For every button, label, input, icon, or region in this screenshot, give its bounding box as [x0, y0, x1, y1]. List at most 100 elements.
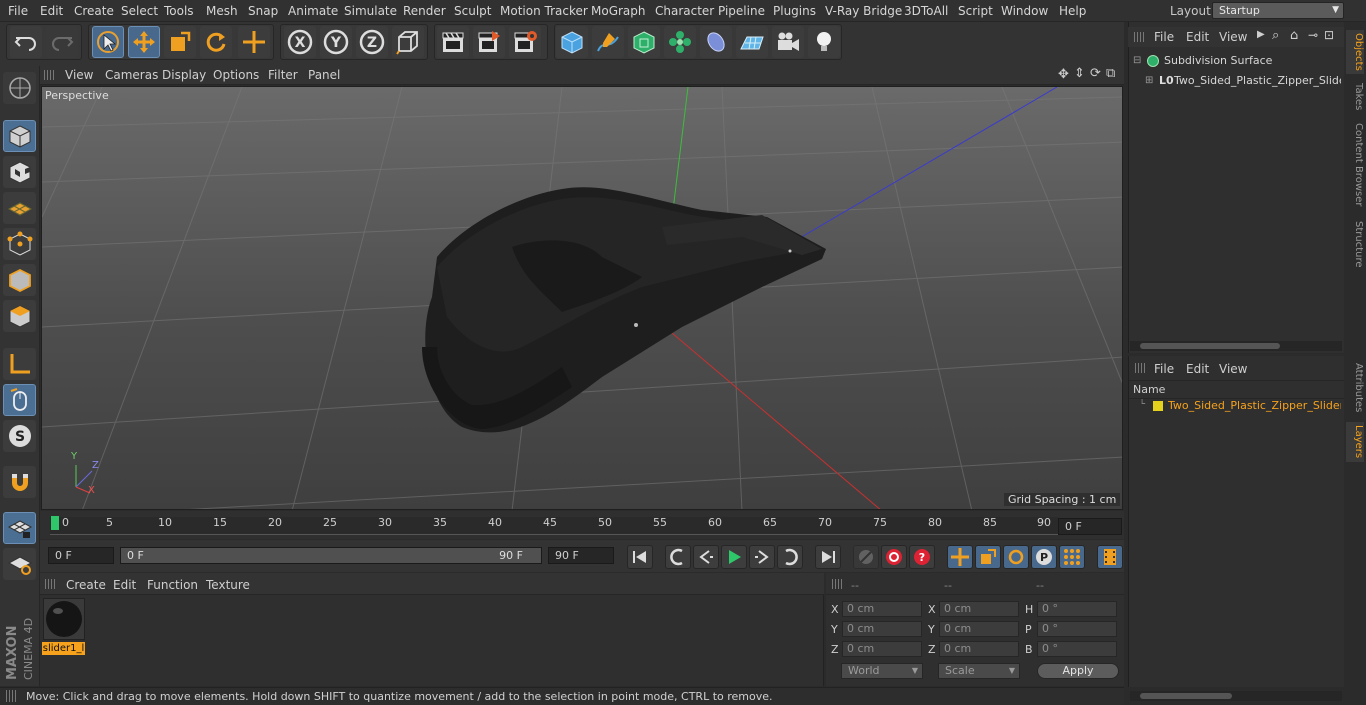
points-mode-button[interactable] [3, 228, 36, 260]
next-key-button[interactable] [777, 545, 803, 569]
layers-menu-file[interactable]: File [1154, 362, 1174, 376]
render-to-picture-viewer-button[interactable] [473, 26, 505, 58]
polygons-mode-button[interactable] [3, 300, 36, 332]
menu-plugins[interactable]: Plugins [773, 4, 816, 18]
menu-tools[interactable]: Tools [164, 4, 194, 18]
play-button[interactable] [721, 545, 747, 569]
menu-motion-tracker[interactable]: Motion Tracker [500, 4, 588, 18]
deformer-button[interactable] [700, 26, 732, 58]
tab-objects[interactable]: Objects [1346, 30, 1364, 74]
perspective-viewport[interactable]: Y Z X [41, 86, 1123, 510]
tab-takes[interactable]: Takes [1346, 80, 1364, 114]
tab-content-browser[interactable]: Content Browser [1346, 120, 1364, 210]
snap-button[interactable]: S [3, 420, 36, 452]
expand-arrow-icon[interactable]: ▶ [1257, 29, 1265, 40]
layer-row[interactable]: └ Two_Sided_Plastic_Zipper_Slider_l [1131, 399, 1341, 413]
menu-select[interactable]: Select [121, 4, 158, 18]
viewport-pan-icon[interactable]: ✥ [1058, 67, 1069, 82]
locked-workplane-button[interactable] [3, 548, 36, 580]
enable-snap-button[interactable] [3, 466, 36, 498]
undo-button[interactable] [10, 26, 42, 58]
go-to-end-button[interactable] [815, 545, 841, 569]
workplane-mode-button[interactable] [3, 192, 36, 224]
menu-snap[interactable]: Snap [248, 4, 278, 18]
previous-frame-button[interactable] [693, 545, 719, 569]
viewport-menu-options[interactable]: Options [213, 68, 259, 82]
live-selection-button[interactable] [92, 26, 124, 58]
workplane-lock-button[interactable] [3, 512, 36, 544]
material-thumbnail[interactable] [43, 598, 85, 640]
tweak-mode-button[interactable] [3, 384, 36, 416]
coordinate-space-dropdown[interactable]: World ▼ [841, 663, 923, 679]
viewport-menu-display[interactable]: Display [162, 68, 206, 82]
material-menu-texture[interactable]: Texture [206, 578, 250, 592]
autokeying-button[interactable]: ? [909, 545, 935, 569]
rot-h-field[interactable]: 0 ° [1037, 601, 1117, 617]
tree-collapse-icon[interactable]: ⊟ [1133, 55, 1141, 66]
home-icon[interactable]: ⌂ [1290, 28, 1298, 43]
tab-attributes[interactable]: Attributes [1346, 360, 1364, 416]
menu-pipeline[interactable]: Pipeline [718, 4, 765, 18]
subdivision-surface-button[interactable] [628, 26, 660, 58]
render-settings-button[interactable] [509, 26, 541, 58]
floor-object-button[interactable] [736, 26, 768, 58]
material-name-label[interactable]: slider1_l [42, 642, 85, 655]
key-position-button[interactable] [947, 545, 973, 569]
tab-layers[interactable]: Layers [1346, 422, 1364, 462]
rot-b-field[interactable]: 0 ° [1037, 641, 1117, 657]
next-frame-button[interactable] [749, 545, 775, 569]
menu-help[interactable]: Help [1059, 4, 1086, 18]
menu-create[interactable]: Create [74, 4, 114, 18]
layers-horizontal-scrollbar[interactable] [1130, 691, 1342, 701]
objects-menu-file[interactable]: File [1154, 30, 1174, 44]
rotate-tool-button[interactable] [200, 26, 232, 58]
record-active-objects-button[interactable] [881, 545, 907, 569]
current-frame-field[interactable]: 0 F [1058, 518, 1122, 535]
material-menu-function[interactable]: Function [147, 578, 198, 592]
objects-menu-view[interactable]: View [1219, 30, 1247, 44]
size-x-field[interactable]: 0 cm [939, 601, 1019, 617]
z-axis-lock-button[interactable]: Z [356, 26, 388, 58]
apply-button[interactable]: Apply [1037, 663, 1119, 679]
y-axis-lock-button[interactable]: Y [320, 26, 352, 58]
key-parameter-button[interactable]: P [1031, 545, 1057, 569]
cloner-button[interactable] [664, 26, 696, 58]
layers-name-column[interactable]: Name [1133, 383, 1165, 396]
menu-mograph[interactable]: MoGraph [591, 4, 646, 18]
key-pla-button[interactable] [1059, 545, 1085, 569]
objects-horizontal-scrollbar[interactable] [1130, 341, 1342, 351]
scale-tool-button[interactable] [164, 26, 196, 58]
camera-object-button[interactable] [772, 26, 804, 58]
menu-script[interactable]: Script [958, 4, 993, 18]
size-y-field[interactable]: 0 cm [939, 621, 1019, 637]
menu-render[interactable]: Render [403, 4, 446, 18]
menu-vray-bridge[interactable]: V-Ray Bridge [825, 4, 902, 18]
layers-menu-edit[interactable]: Edit [1186, 362, 1209, 376]
viewport-menu-filter[interactable]: Filter [268, 68, 298, 82]
pos-z-field[interactable]: 0 cm [842, 641, 922, 657]
timeline-ruler[interactable] [40, 511, 1124, 539]
object-row-subdivision-surface[interactable]: ⊟ Subdivision Surface [1131, 53, 1341, 69]
menu-simulate[interactable]: Simulate [344, 4, 397, 18]
render-view-button[interactable] [437, 26, 469, 58]
make-editable-button[interactable] [3, 72, 36, 104]
key-scale-button[interactable] [975, 545, 1001, 569]
material-menu-create[interactable]: Create [66, 578, 106, 592]
record-keys-disabled-button[interactable] [853, 545, 879, 569]
start-frame-field[interactable]: 0 F [48, 547, 114, 564]
viewport-zoom-icon[interactable]: ⇕ [1074, 66, 1085, 81]
cube-object-button[interactable] [556, 26, 588, 58]
viewport-maximize-icon[interactable]: ⧉ [1106, 66, 1115, 81]
menu-animate[interactable]: Animate [288, 4, 338, 18]
playhead-marker[interactable] [51, 516, 59, 530]
viewport-rotate-icon[interactable]: ⟳ [1090, 66, 1101, 81]
axis-mode-button[interactable] [3, 348, 36, 380]
layout-select[interactable]: Startup ▼ [1212, 2, 1344, 19]
light-object-button[interactable] [808, 26, 840, 58]
menu-window[interactable]: Window [1001, 4, 1048, 18]
go-to-start-button[interactable] [627, 545, 653, 569]
viewport-menu-cameras[interactable]: Cameras [105, 68, 158, 82]
tree-expand-icon[interactable]: ⊞ [1145, 75, 1153, 86]
object-row-zipper-slider[interactable]: ⊞ L0 Two_Sided_Plastic_Zipper_Slider_ [1131, 73, 1341, 89]
tab-structure[interactable]: Structure [1346, 216, 1364, 272]
